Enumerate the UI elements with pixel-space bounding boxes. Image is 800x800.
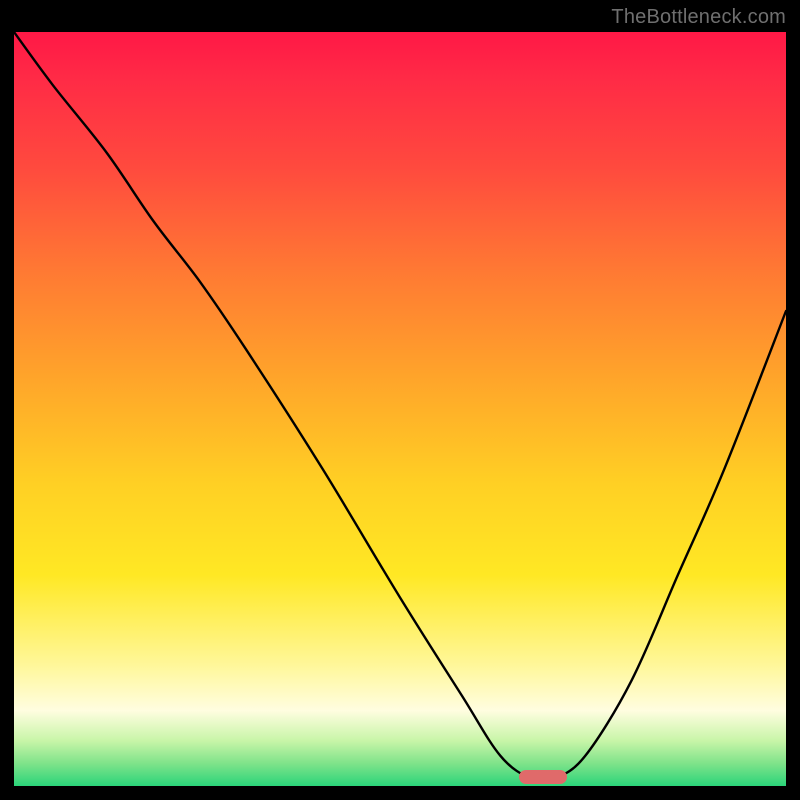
watermark-text: TheBottleneck.com — [611, 6, 786, 29]
optimal-marker — [519, 770, 567, 784]
plot-area — [14, 32, 786, 786]
bottleneck-curve — [14, 32, 786, 786]
chart-frame: TheBottleneck.com — [0, 0, 800, 800]
